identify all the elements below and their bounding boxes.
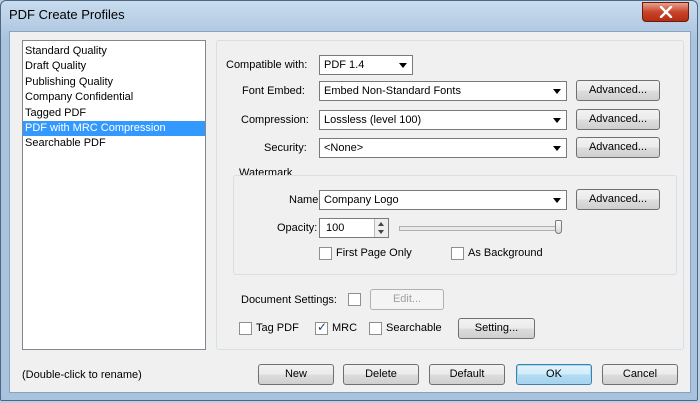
profile-item-company-confidential[interactable]: Company Confidential [23,90,205,105]
tag-pdf-label: Tag PDF [256,322,299,334]
opacity-spinbox[interactable]: 100 [319,218,389,238]
cancel-button[interactable]: Cancel [602,364,678,385]
mrc-label: MRC [332,322,358,334]
edit-button[interactable]: Edit... [370,289,444,310]
security-label: Security: [264,142,307,154]
font-embed-value: Embed Non-Standard Fonts [324,85,461,97]
chevron-down-icon [553,146,561,151]
rename-hint: (Double-click to rename) [22,369,142,381]
dialog-body: Standard Quality Draft Quality Publishin… [9,31,691,393]
chevron-down-icon [553,198,561,203]
compatible-with-value: PDF 1.4 [324,59,365,71]
ok-button[interactable]: OK [516,364,592,385]
searchable-label: Searchable [386,322,442,334]
document-settings-checkbox[interactable] [348,293,361,306]
security-value: <None> [324,142,364,154]
opacity-slider-track[interactable] [399,226,561,231]
spin-up-icon [378,222,384,226]
window-title: PDF Create Profiles [9,7,125,22]
font-embed-label: Font Embed: [242,85,305,97]
title-bar: PDF Create Profiles [1,1,699,29]
new-button[interactable]: New [258,364,334,385]
watermark-name-select[interactable]: Company Logo [319,190,567,210]
profile-item-tagged-pdf[interactable]: Tagged PDF [23,106,205,121]
mrc-checkbox[interactable] [315,320,328,335]
profile-item-draft-quality[interactable]: Draft Quality [23,59,205,74]
profile-item-searchable-pdf[interactable]: Searchable PDF [23,136,205,151]
chevron-down-icon [553,89,561,94]
font-embed-advanced-button[interactable]: Advanced... [576,80,660,101]
first-page-only-label: First Page Only [336,247,412,259]
document-settings-label: Document Settings: [241,294,337,306]
first-page-only-checkbox[interactable] [319,247,332,260]
opacity-label: Opacity: [277,222,318,234]
opacity-slider-thumb[interactable] [555,220,562,234]
delete-button[interactable]: Delete [343,364,419,385]
watermark-name-label: Name: [289,194,322,206]
close-button[interactable] [642,2,689,22]
watermark-advanced-button[interactable]: Advanced... [576,189,660,210]
spin-down-icon [378,230,384,234]
tag-pdf-checkbox[interactable] [239,322,252,335]
as-background-checkbox[interactable] [451,247,464,260]
searchable-checkbox[interactable] [369,322,382,335]
compression-value: Lossless (level 100) [324,114,422,126]
close-icon [659,6,672,18]
compatible-with-label: Compatible with: [226,59,308,71]
font-embed-select[interactable]: Embed Non-Standard Fonts [319,81,567,101]
as-background-label: As Background [468,247,543,259]
compression-select[interactable]: Lossless (level 100) [319,110,567,130]
profiles-list[interactable]: Standard Quality Draft Quality Publishin… [22,40,206,350]
compression-advanced-button[interactable]: Advanced... [576,109,660,130]
profile-item-standard-quality[interactable]: Standard Quality [23,44,205,59]
profile-item-pdf-with-mrc-compression[interactable]: PDF with MRC Compression [23,120,205,137]
security-select[interactable]: <None> [319,138,567,158]
chevron-down-icon [399,63,407,68]
watermark-name-value: Company Logo [324,194,399,206]
opacity-spin-buttons[interactable] [374,219,388,237]
settings-panel: Compatible with: PDF 1.4 Font Embed: Emb… [216,40,684,350]
profile-item-publishing-quality[interactable]: Publishing Quality [23,75,205,90]
setting-button[interactable]: Setting... [458,318,535,339]
security-advanced-button[interactable]: Advanced... [576,137,660,158]
pdf-create-profiles-dialog: PDF Create Profiles Standard Quality Dra… [0,0,698,401]
opacity-value: 100 [326,222,345,234]
default-button[interactable]: Default [429,364,505,385]
compatible-with-select[interactable]: PDF 1.4 [319,55,413,75]
compression-label: Compression: [241,114,309,126]
chevron-down-icon [553,118,561,123]
